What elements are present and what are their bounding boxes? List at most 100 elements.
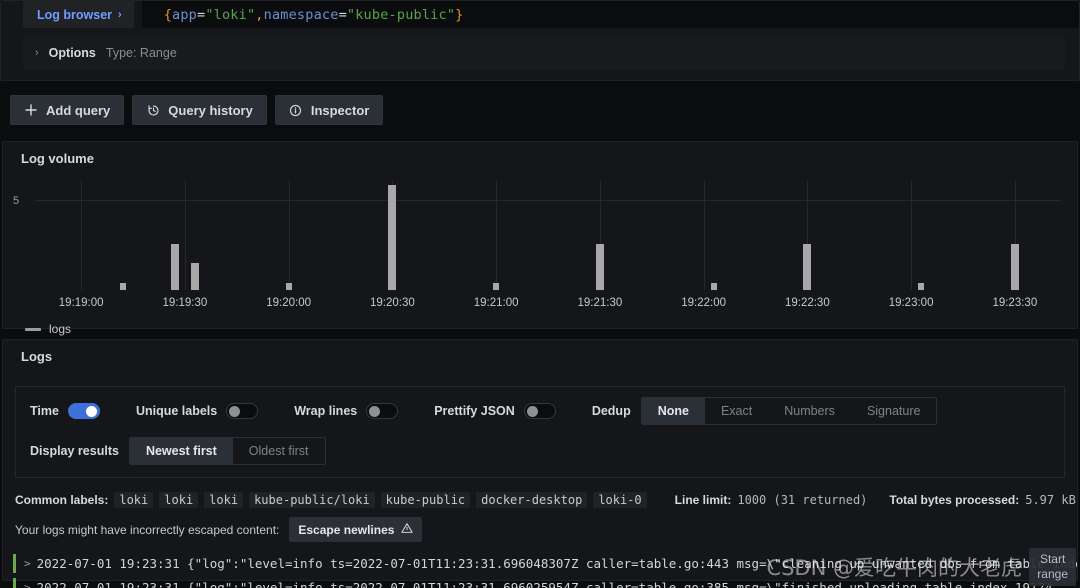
info-circle-icon: [289, 103, 303, 117]
time-toggle[interactable]: [67, 403, 100, 419]
query-row: Log browser › {app = "loki", namespace = "kub…: [1, 1, 1079, 28]
chart-bar[interactable]: [388, 185, 397, 290]
chart-gridline-vertical: [911, 180, 913, 290]
dedup-option-none[interactable]: None: [641, 398, 705, 424]
legend-series-label: logs: [49, 322, 72, 336]
log-row[interactable]: > 2022-07-01 19:23:31 {"log":"level=info…: [13, 554, 1077, 578]
dedup-group: Dedup None Exact Numbers Signature: [592, 397, 938, 425]
chart-x-tick-label: 19:19:00: [58, 297, 104, 309]
plus-icon: [24, 103, 38, 117]
chart-x-tick-label: 19:20:30: [369, 297, 415, 309]
line-limit-key: Line limit:: [674, 493, 732, 507]
query-history-button[interactable]: Query history: [132, 95, 267, 125]
log-browser-button[interactable]: Log browser ›: [23, 1, 134, 28]
chevron-right-icon[interactable]: >: [24, 578, 31, 588]
query-label-key-1: app: [172, 6, 197, 23]
line-limit-value: 1000 (31 returned): [737, 493, 868, 507]
query-editor-section: Log browser › {app = "loki", namespace = "kub…: [0, 0, 1080, 81]
chart-bar[interactable]: [119, 282, 126, 290]
logs-meta-row: Common labels: loki loki loki kube-publi…: [3, 492, 1077, 508]
common-label-chip[interactable]: loki: [114, 492, 154, 508]
display-results-radio-group[interactable]: Newest first Oldest first: [128, 437, 326, 465]
query-label-value-1: "loki": [205, 6, 256, 23]
dedup-option-signature[interactable]: Signature: [851, 398, 937, 424]
query-comma: ,: [255, 6, 264, 23]
escape-warning-text: Your logs might have incorrectly escaped…: [15, 522, 280, 537]
wrap-lines-toggle[interactable]: [366, 403, 399, 419]
inspector-button[interactable]: Inspector: [274, 95, 384, 125]
chart-gridline-horizontal: [35, 200, 1061, 202]
chart-bar[interactable]: [170, 243, 179, 290]
log-rows: > 2022-07-01 19:23:31 {"log":"level=info…: [3, 554, 1077, 588]
time-toggle-group[interactable]: Time: [30, 403, 100, 419]
display-results-option-newest[interactable]: Newest first: [129, 438, 233, 464]
log-volume-chart[interactable]: 5 19:19:00 19:19:30 19:20:00 19:20:30 19:21:…: [13, 180, 1065, 320]
display-results-option-oldest[interactable]: Oldest first: [233, 438, 325, 464]
common-label-chip[interactable]: kube-public/loki: [249, 492, 375, 508]
common-label-chip[interactable]: kube-public: [380, 492, 471, 508]
common-label-chip[interactable]: docker-desktop: [476, 492, 588, 508]
escape-newlines-button[interactable]: Escape newlines: [289, 517, 423, 542]
common-label-chip[interactable]: loki: [204, 492, 244, 508]
log-row-text[interactable]: 2022-07-01 19:23:31 {"log":"level=info t…: [37, 578, 1053, 588]
query-close-brace: }: [455, 6, 464, 23]
chart-bar[interactable]: [803, 243, 812, 290]
unique-labels-toggle-group[interactable]: Unique labels: [136, 403, 259, 419]
chart-x-tick-label: 19:23:30: [992, 297, 1038, 309]
escape-newlines-row: Your logs might have incorrectly escaped…: [3, 517, 1077, 542]
chart-bar[interactable]: [285, 282, 292, 290]
log-volume-title: Log volume: [21, 151, 94, 166]
query-options-row[interactable]: › Options Type: Range: [23, 36, 1065, 70]
prettify-json-toggle[interactable]: [523, 403, 556, 419]
chevron-right-icon: ›: [35, 47, 39, 59]
wrap-lines-label: Wrap lines: [294, 404, 358, 418]
query-open-brace: {: [163, 6, 173, 23]
logs-controls: Time Unique labels Wrap lines Prettify J…: [15, 386, 1065, 478]
total-bytes-key: Total bytes processed:: [889, 493, 1020, 507]
escape-newlines-label: Escape newlines: [298, 522, 395, 537]
chart-bar[interactable]: [595, 243, 604, 290]
prettify-json-label: Prettify JSON: [434, 404, 515, 418]
common-label-chip[interactable]: loki-0: [593, 492, 647, 508]
chart-bar[interactable]: [1010, 243, 1019, 290]
query-input[interactable]: {app = "loki", namespace = "kube-public"}: [141, 1, 1079, 28]
query-label-value-2: "kube-public": [346, 6, 456, 23]
legend-color-swatch: [25, 327, 41, 331]
grafana-explore-page: Log browser › {app = "loki", namespace = "kub…: [0, 0, 1080, 588]
chevron-right-icon[interactable]: >: [24, 554, 31, 573]
dedup-option-exact[interactable]: Exact: [705, 398, 768, 424]
log-row[interactable]: > 2022-07-01 19:23:31 {"log":"level=info…: [13, 578, 1077, 588]
log-browser-label: Log browser: [37, 7, 113, 22]
dedup-option-numbers[interactable]: Numbers: [768, 398, 851, 424]
query-operator-2: =: [338, 6, 347, 23]
common-labels-key: Common labels:: [15, 493, 109, 507]
chart-bar[interactable]: [918, 282, 925, 290]
history-icon: [146, 103, 160, 117]
common-label-chip[interactable]: loki: [159, 492, 199, 508]
log-level-indicator: [13, 554, 16, 573]
log-volume-panel: Log volume 5 19:19:00 19:19:30 19:20:00 19:…: [2, 141, 1078, 336]
query-label-key-2: namespace: [263, 6, 339, 23]
chart-bar[interactable]: [710, 282, 717, 290]
options-label: Options: [48, 46, 96, 60]
log-level-indicator: [13, 578, 16, 588]
total-bytes-value: 5.97 kB: [1025, 493, 1076, 507]
display-results-label: Display results: [30, 444, 119, 458]
chart-bar[interactable]: [493, 282, 500, 290]
chart-plot-area[interactable]: [35, 180, 1061, 290]
chart-x-tick-label: 19:20:00: [266, 297, 312, 309]
chart-x-tick-label: 19:22:00: [681, 297, 726, 309]
unique-labels-toggle[interactable]: [226, 403, 259, 419]
add-query-button[interactable]: Add query: [10, 95, 125, 125]
chart-x-tick-label: 19:22:30: [784, 297, 830, 309]
inspector-label: Inspector: [310, 102, 370, 118]
warning-triangle-icon: [401, 522, 414, 537]
query-history-label: Query history: [168, 102, 253, 118]
prettify-json-toggle-group[interactable]: Prettify JSON: [434, 403, 556, 419]
chart-gridline-vertical: [496, 180, 498, 290]
dedup-radio-group[interactable]: None Exact Numbers Signature: [640, 397, 938, 425]
wrap-lines-toggle-group[interactable]: Wrap lines: [294, 403, 399, 419]
log-row-text[interactable]: 2022-07-01 19:23:31 {"log":"level=info t…: [37, 554, 1077, 573]
chart-bar[interactable]: [191, 263, 200, 290]
query-actions-toolbar: Add query Query history Inspector: [0, 81, 1080, 141]
